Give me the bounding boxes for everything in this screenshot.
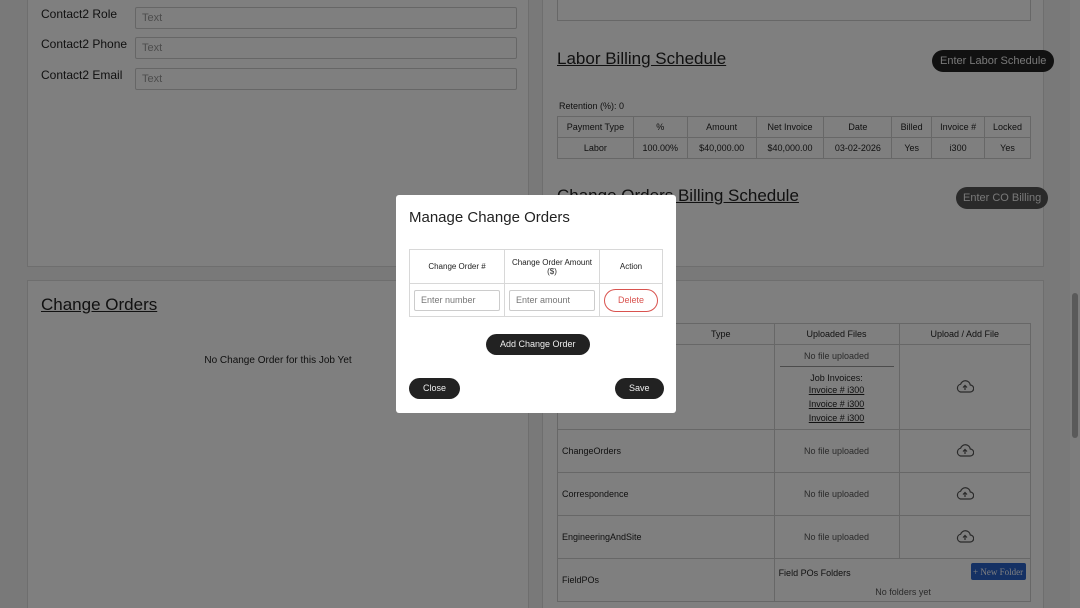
close-button[interactable]: Close	[409, 378, 461, 399]
col-action: Action	[599, 249, 663, 284]
co-header-row: Change Order # Change Order Amount ($) A…	[409, 249, 663, 284]
co-number-cell	[409, 283, 505, 317]
col-change-order-number: Change Order #	[409, 249, 505, 284]
manage-change-orders-modal: Manage Change Orders Change Order # Chan…	[396, 195, 676, 413]
change-order-amount-input[interactable]	[509, 289, 595, 311]
modal-title: Manage Change Orders	[409, 209, 570, 226]
change-order-number-input[interactable]	[414, 289, 500, 311]
table-row: Delete	[409, 283, 663, 317]
co-action-cell: Delete	[599, 283, 663, 317]
save-button[interactable]: Save	[615, 378, 664, 399]
col-change-order-amount: Change Order Amount ($)	[504, 249, 600, 284]
co-amount-cell	[504, 283, 600, 317]
add-change-order-button[interactable]: Add Change Order	[486, 334, 590, 355]
change-orders-table: Change Order # Change Order Amount ($) A…	[409, 249, 663, 317]
delete-button[interactable]: Delete	[604, 288, 658, 312]
